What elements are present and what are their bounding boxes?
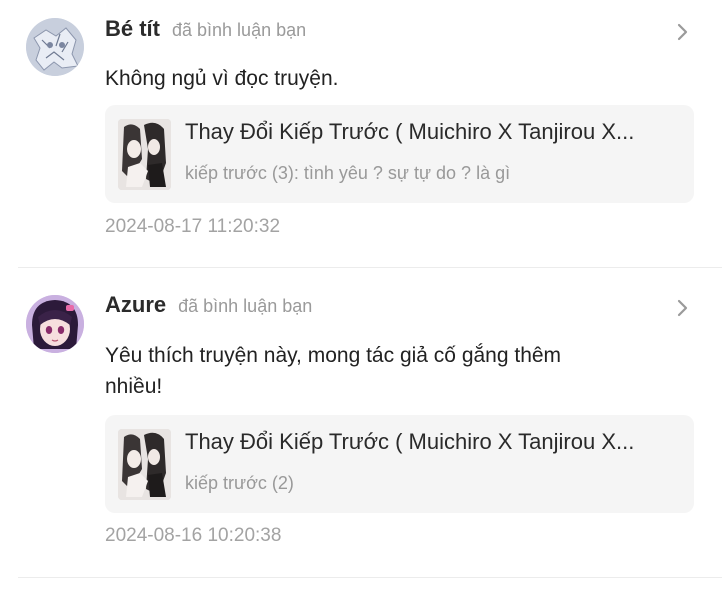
chapter-title: kiếp trước (3): tình yêu ? sự tự do ? là… <box>185 163 511 183</box>
divider <box>18 577 722 578</box>
story-card[interactable]: Thay Đổi Kiếp Trước ( Muichiro X Tanjiro… <box>105 105 694 203</box>
avatar-sketch-icon <box>26 18 84 76</box>
chevron-right-icon[interactable] <box>674 296 692 320</box>
story-title: Thay Đổi Kiếp Trước ( Muichiro X Tanjiro… <box>185 429 635 454</box>
notification-feed: Bé tít đã bình luận bạn Không ngủ vì đọc… <box>0 0 722 600</box>
comment-header: Azure đã bình luận bạn <box>105 292 312 318</box>
username[interactable]: Bé tít <box>105 16 160 42</box>
comment-text: Không ngủ vì đọc truyện. <box>105 67 339 90</box>
story-thumbnail <box>118 119 171 190</box>
avatar[interactable] <box>26 295 84 353</box>
comment-notification[interactable]: Azure đã bình luận bạn Yêu thích truyện … <box>0 268 722 578</box>
timestamp: 2024-08-16 10:20:38 <box>105 525 282 546</box>
story-card[interactable]: Thay Đổi Kiếp Trước ( Muichiro X Tanjiro… <box>105 415 694 513</box>
comment-text: Yêu thích truyện này, mong tác giả cố gắ… <box>105 344 562 398</box>
chevron-right-icon[interactable] <box>674 20 692 44</box>
story-thumbnail <box>118 429 171 500</box>
story-title: Thay Đổi Kiếp Trước ( Muichiro X Tanjiro… <box>185 119 635 144</box>
username[interactable]: Azure <box>105 292 166 318</box>
avatar[interactable] <box>26 18 84 76</box>
action-text: đã bình luận bạn <box>172 20 307 40</box>
avatar-anime-icon <box>26 295 84 353</box>
comment-header: Bé tít đã bình luận bạn <box>105 16 306 42</box>
comment-notification[interactable]: Bé tít đã bình luận bạn Không ngủ vì đọc… <box>0 0 722 268</box>
timestamp: 2024-08-17 11:20:32 <box>105 216 281 237</box>
chapter-title: kiếp trước (2) <box>185 473 294 493</box>
action-text: đã bình luận bạn <box>178 296 313 316</box>
